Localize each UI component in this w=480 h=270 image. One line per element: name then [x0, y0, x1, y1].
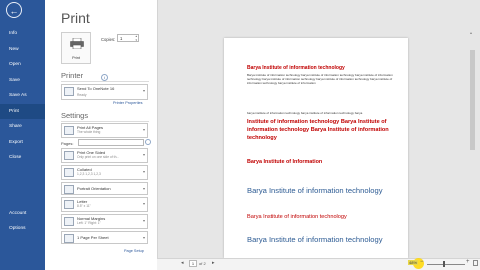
- nav-item-export[interactable]: Export: [0, 135, 45, 151]
- collation-dropdown[interactable]: Collated 1,2,3 1,2,3 1,2,3 ▾: [61, 165, 148, 180]
- nav-item-new[interactable]: New: [0, 42, 45, 58]
- sides-sub: Only print on one side of th...: [77, 155, 120, 159]
- current-page-input[interactable]: 1: [189, 260, 197, 267]
- margins-dropdown[interactable]: Normal Margins Left: 1" Right: 1" ▾: [61, 214, 148, 229]
- margins-sub: Left: 1" Right: 1": [77, 221, 101, 225]
- paper-size-dropdown[interactable]: Letter 8.5" x 11" ▾: [61, 197, 148, 212]
- preview-paragraph: Barya institute of information technolog…: [247, 73, 393, 86]
- page-total: of 2: [199, 261, 206, 266]
- zoom-in-icon[interactable]: +: [466, 259, 470, 265]
- chevron-down-icon: ▾: [142, 88, 145, 93]
- paper-size-icon: [64, 200, 74, 209]
- chevron-down-icon: ▾: [142, 201, 145, 206]
- sides-dropdown[interactable]: Print One Sided Only print on one side o…: [61, 148, 148, 163]
- preview-page: Barya Institute of information technolog…: [224, 38, 408, 258]
- nav-item-save[interactable]: Save: [0, 73, 45, 89]
- printer-small-icon: [64, 87, 74, 96]
- settings-divider: [61, 121, 149, 122]
- fit-page-icon[interactable]: [473, 260, 478, 266]
- preview-red-title: Institute of information technology Bary…: [247, 119, 389, 141]
- spin-arrows-icon[interactable]: ▴ ▾: [135, 34, 137, 42]
- print-button[interactable]: Print: [61, 32, 91, 64]
- chevron-down-icon: ▾: [142, 152, 145, 157]
- copies-label: Copies:: [101, 37, 116, 42]
- zoom-slider-thumb[interactable]: [443, 261, 445, 267]
- zoom-out-icon[interactable]: −: [420, 259, 424, 265]
- nav-item-save-as[interactable]: Save As: [0, 88, 45, 104]
- back-arrow-icon[interactable]: ←: [6, 2, 22, 18]
- collation-sub: 1,2,3 1,2,3 1,2,3: [77, 172, 101, 176]
- copies-value: 1: [120, 36, 123, 41]
- printer-status: Ready: [77, 93, 87, 97]
- print-range-sub: The whole thing: [77, 130, 101, 134]
- scrollbar-thumb[interactable]: [470, 50, 475, 150]
- margins-icon: [64, 217, 74, 226]
- pages-per-sheet-dropdown[interactable]: 1 Page Per Sheet ▾: [61, 231, 148, 244]
- zoom-percent[interactable]: 48%: [408, 260, 419, 265]
- printer-heading: Printer: [61, 71, 84, 80]
- nav-item-info[interactable]: Info: [0, 26, 45, 42]
- chevron-down-icon: ▾: [142, 235, 145, 240]
- copies-stepper[interactable]: 1 ▴ ▾: [117, 34, 139, 42]
- paper-size-sub: 8.5" x 11": [77, 204, 91, 208]
- printer-properties-link[interactable]: Printer Properties: [113, 101, 143, 105]
- nav-item-options[interactable]: Options: [0, 221, 45, 237]
- orientation-dropdown[interactable]: Portrait Orientation ▾: [61, 182, 148, 195]
- preview-red-title: Barya Institute of information technolog…: [247, 65, 345, 71]
- pages-input[interactable]: [78, 139, 144, 146]
- preview-scrollbar[interactable]: ▴: [470, 30, 475, 258]
- page-title: Print: [61, 10, 90, 26]
- one-sided-icon: [64, 151, 74, 160]
- pages-per-sheet-title: 1 Page Per Sheet: [77, 235, 109, 240]
- pages-per-sheet-icon: [64, 234, 74, 243]
- pages-icon: [64, 126, 74, 135]
- info-icon[interactable]: i: [101, 74, 108, 81]
- collated-icon: [64, 168, 74, 177]
- orientation-title: Portrait Orientation: [77, 186, 111, 191]
- print-button-label: Print: [72, 56, 80, 60]
- nav-item-close[interactable]: Close: [0, 150, 45, 166]
- panel-divider: [157, 0, 158, 270]
- nav-item-print[interactable]: Print: [0, 103, 45, 119]
- next-page-icon[interactable]: ▸: [212, 260, 215, 266]
- settings-heading: Settings: [61, 111, 89, 120]
- nav-item-open[interactable]: Open: [0, 57, 45, 73]
- chevron-down-icon: ▾: [142, 218, 145, 223]
- previous-page-icon[interactable]: ◂: [181, 260, 184, 266]
- zoom-slider[interactable]: [427, 264, 465, 265]
- nav-item-share[interactable]: Share: [0, 119, 45, 135]
- print-range-dropdown[interactable]: Print All Pages The whole thing ▾: [61, 123, 148, 138]
- preview-red-title: Barya Institute of Information: [247, 159, 323, 165]
- portrait-icon: [64, 185, 74, 194]
- chevron-down-icon: ▾: [142, 169, 145, 174]
- preview-blue-heading: Barya Institute of information technolog…: [247, 235, 383, 244]
- page-setup-link[interactable]: Page Setup: [124, 249, 144, 253]
- printer-icon: [70, 38, 84, 49]
- preview-red-title: Barya Institute of information technolog…: [247, 214, 347, 220]
- printer-dropdown[interactable]: Send To OneNote 16 Ready ▾: [61, 84, 148, 100]
- preview-paragraph: barya institute of information technolog…: [247, 111, 363, 115]
- printer-name: Send To OneNote 16: [77, 86, 115, 91]
- scroll-up-icon[interactable]: ▴: [470, 30, 472, 35]
- backstage-nav: Info New Open Save Save As Print Share E…: [0, 26, 45, 237]
- info-icon[interactable]: [145, 139, 151, 145]
- nav-item-account[interactable]: Account: [0, 206, 45, 222]
- printer-divider: [61, 81, 149, 82]
- chevron-down-icon: ▾: [142, 127, 145, 132]
- backstage-sidebar: ← Info New Open Save Save As Print Share…: [0, 0, 45, 270]
- pages-label: Pages:: [61, 141, 74, 146]
- chevron-down-icon: ▾: [142, 186, 145, 191]
- preview-blue-heading: Barya Institute of information technolog…: [247, 186, 383, 195]
